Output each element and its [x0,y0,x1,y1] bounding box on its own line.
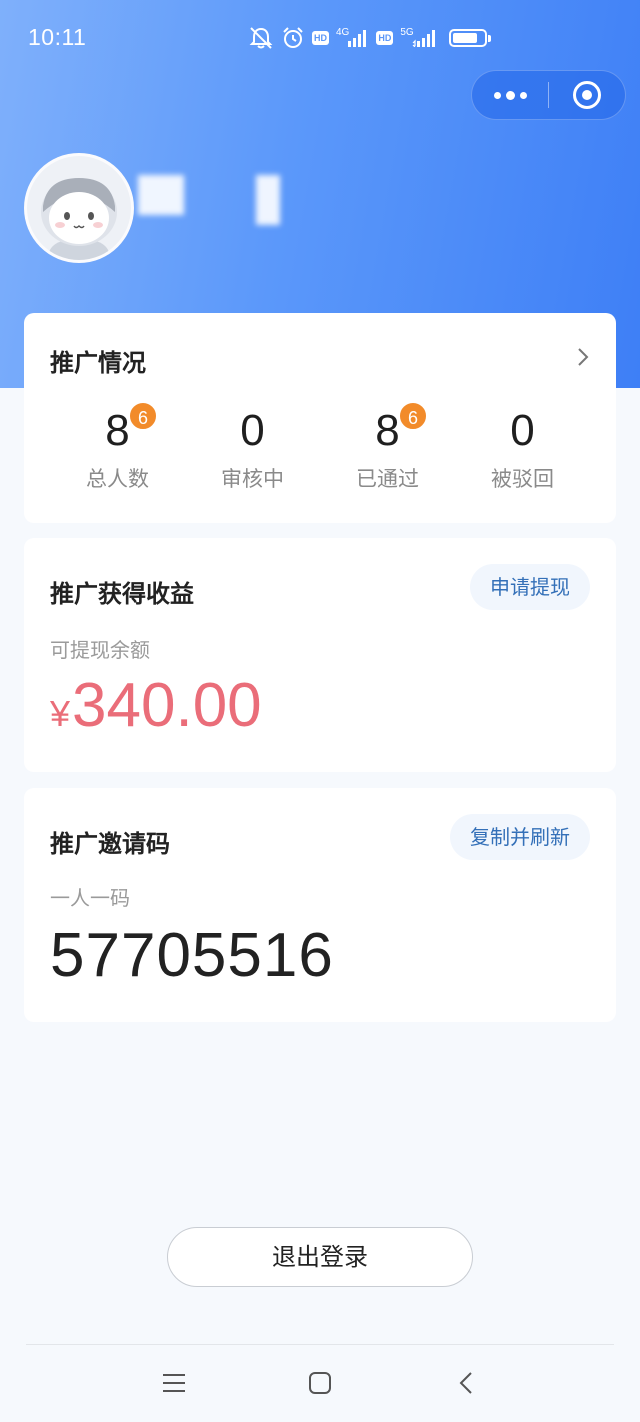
status-icons: HD 4G HD 5G [248,24,491,52]
logout-button[interactable]: 退出登录 [167,1227,473,1287]
mute-icon [248,26,274,50]
more-dots-icon[interactable] [472,71,548,119]
robot-avatar-icon [27,156,131,260]
status-bar: 10:11 HD 4G HD 5G [0,0,640,76]
avatar[interactable] [24,153,134,263]
invite-code-card: 推广邀请码 复制并刷新 一人一码 57705516 [24,788,616,1022]
back-icon[interactable] [451,1368,481,1398]
promotion-overview-title: 推广情况 [50,349,146,377]
redacted-username-2 [256,175,280,225]
currency-symbol: ¥ [50,693,71,734]
menu-icon[interactable] [159,1368,189,1398]
balance-amount: ¥ 340.00 [50,670,262,741]
redacted-username [138,175,184,215]
stat-total[interactable]: 8 6 总人数 [50,401,185,493]
invite-code: 57705516 [50,921,334,990]
close-miniprogram-icon[interactable] [549,71,625,119]
invite-subtitle: 一人一码 [50,886,130,910]
hd-icon-2: HD [376,31,394,45]
withdraw-button[interactable]: 申请提现 [470,564,590,610]
stat-reviewing[interactable]: 0 审核中 [185,403,320,493]
earnings-title: 推广获得收益 [50,580,194,608]
stat-rejected[interactable]: 0 被驳回 [455,403,590,493]
chevron-right-icon[interactable] [576,347,590,367]
hd-icon: HD [312,31,329,45]
status-time: 10:11 [28,24,87,50]
earnings-card: 推广获得收益 申请提现 可提现余额 ¥ 340.00 [24,538,616,772]
count-badge: 6 [128,401,158,431]
copy-refresh-button[interactable]: 复制并刷新 [450,814,590,860]
nav-divider [26,1344,614,1345]
promotion-overview-card[interactable]: 推广情况 8 6 总人数 0 审核中 8 6 已通过 0 被驳回 [24,313,616,523]
stat-approved[interactable]: 8 6 已通过 [320,401,455,493]
count-badge: 6 [398,401,428,431]
home-icon[interactable] [305,1368,335,1398]
invite-title: 推广邀请码 [50,830,170,858]
miniprogram-capsule [471,70,626,120]
alarm-icon [281,26,305,50]
balance-value: 340.00 [72,671,262,740]
system-nav-bar [0,1346,640,1422]
signal-5g-icon: 5G [400,27,437,47]
promotion-stats: 8 6 总人数 0 审核中 8 6 已通过 0 被驳回 [24,401,616,493]
signal-4g-icon: 4G [336,27,369,47]
balance-label: 可提现余额 [50,638,150,662]
battery-icon [448,29,491,47]
